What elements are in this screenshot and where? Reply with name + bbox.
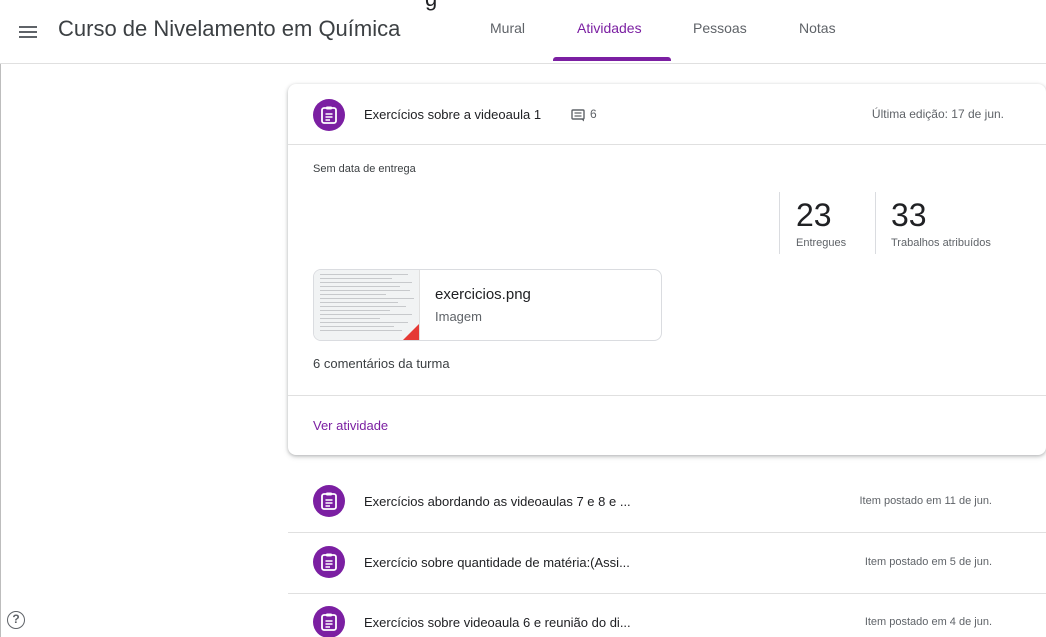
last-edit-date: Última edição: 17 de jun.: [871, 107, 1004, 121]
attachment-card[interactable]: exercicios.png Imagem: [313, 269, 662, 341]
tab-notas[interactable]: Notas: [799, 20, 836, 36]
assignment-row[interactable]: Exercício sobre quantidade de matéria:(A…: [288, 533, 1046, 593]
help-icon[interactable]: ?: [7, 611, 25, 629]
assignment-icon: [313, 606, 345, 637]
assignment-row-date: Item postado em 4 de jun.: [864, 616, 992, 628]
due-date: Sem data de entrega: [313, 163, 416, 175]
menu-icon[interactable]: [19, 26, 37, 38]
tab-pessoas[interactable]: Pessoas: [693, 20, 747, 36]
card-footer: Ver atividade: [288, 395, 1046, 455]
assignment-row-title: Exercícios sobre videoaula 6 e reunião d…: [364, 615, 631, 630]
tab-mural[interactable]: Mural: [490, 20, 525, 36]
attachment-thumbnail: [314, 270, 420, 340]
stat-divider: [779, 192, 780, 254]
turned-in-count[interactable]: 23: [796, 197, 832, 234]
assigned-count[interactable]: 33: [891, 197, 927, 234]
assigned-label: Trabalhos atribuídos: [891, 237, 991, 249]
image-file-corner: [401, 324, 419, 340]
assignment-row[interactable]: Exercícios sobre videoaula 6 e reunião d…: [288, 593, 1046, 637]
view-assignment-link[interactable]: Ver atividade: [313, 418, 388, 433]
class-comments-link[interactable]: 6 comentários da turma: [313, 356, 450, 371]
card-header[interactable]: Exercícios sobre a videoaula 1 6 Última …: [288, 84, 1046, 145]
active-tab-indicator: [553, 57, 671, 61]
comment-icon: [571, 109, 585, 122]
assignment-row-title: Exercício sobre quantidade de matéria:(A…: [364, 555, 630, 570]
course-title[interactable]: Curso de Nivelamento em Química: [58, 16, 400, 42]
cutoff-text: g: [425, 0, 437, 12]
assignment-icon: [313, 546, 345, 578]
attachment-type: Imagem: [435, 309, 482, 324]
top-app-bar: g Curso de Nivelamento em Química Mural …: [0, 0, 1046, 64]
turned-in-label: Entregues: [796, 237, 847, 249]
assignment-card-expanded: Exercícios sobre a videoaula 1 6 Última …: [288, 84, 1046, 455]
assignment-icon: [313, 99, 345, 131]
comment-count: 6: [590, 107, 597, 121]
attachment-name: exercicios.png: [435, 286, 531, 303]
tab-atividades[interactable]: Atividades: [577, 20, 642, 36]
left-border: [0, 64, 1, 637]
assignment-row-date: Item postado em 11 de jun.: [859, 495, 993, 507]
assignment-row-date: Item postado em 5 de jun.: [864, 556, 992, 568]
stat-divider: [875, 192, 876, 254]
assignment-icon: [313, 485, 345, 517]
assignment-row[interactable]: Exercícios abordando as videoaulas 7 e 8…: [288, 472, 1046, 532]
assignment-row-title: Exercícios abordando as videoaulas 7 e 8…: [364, 494, 631, 509]
assignment-title[interactable]: Exercícios sobre a videoaula 1: [364, 107, 541, 122]
